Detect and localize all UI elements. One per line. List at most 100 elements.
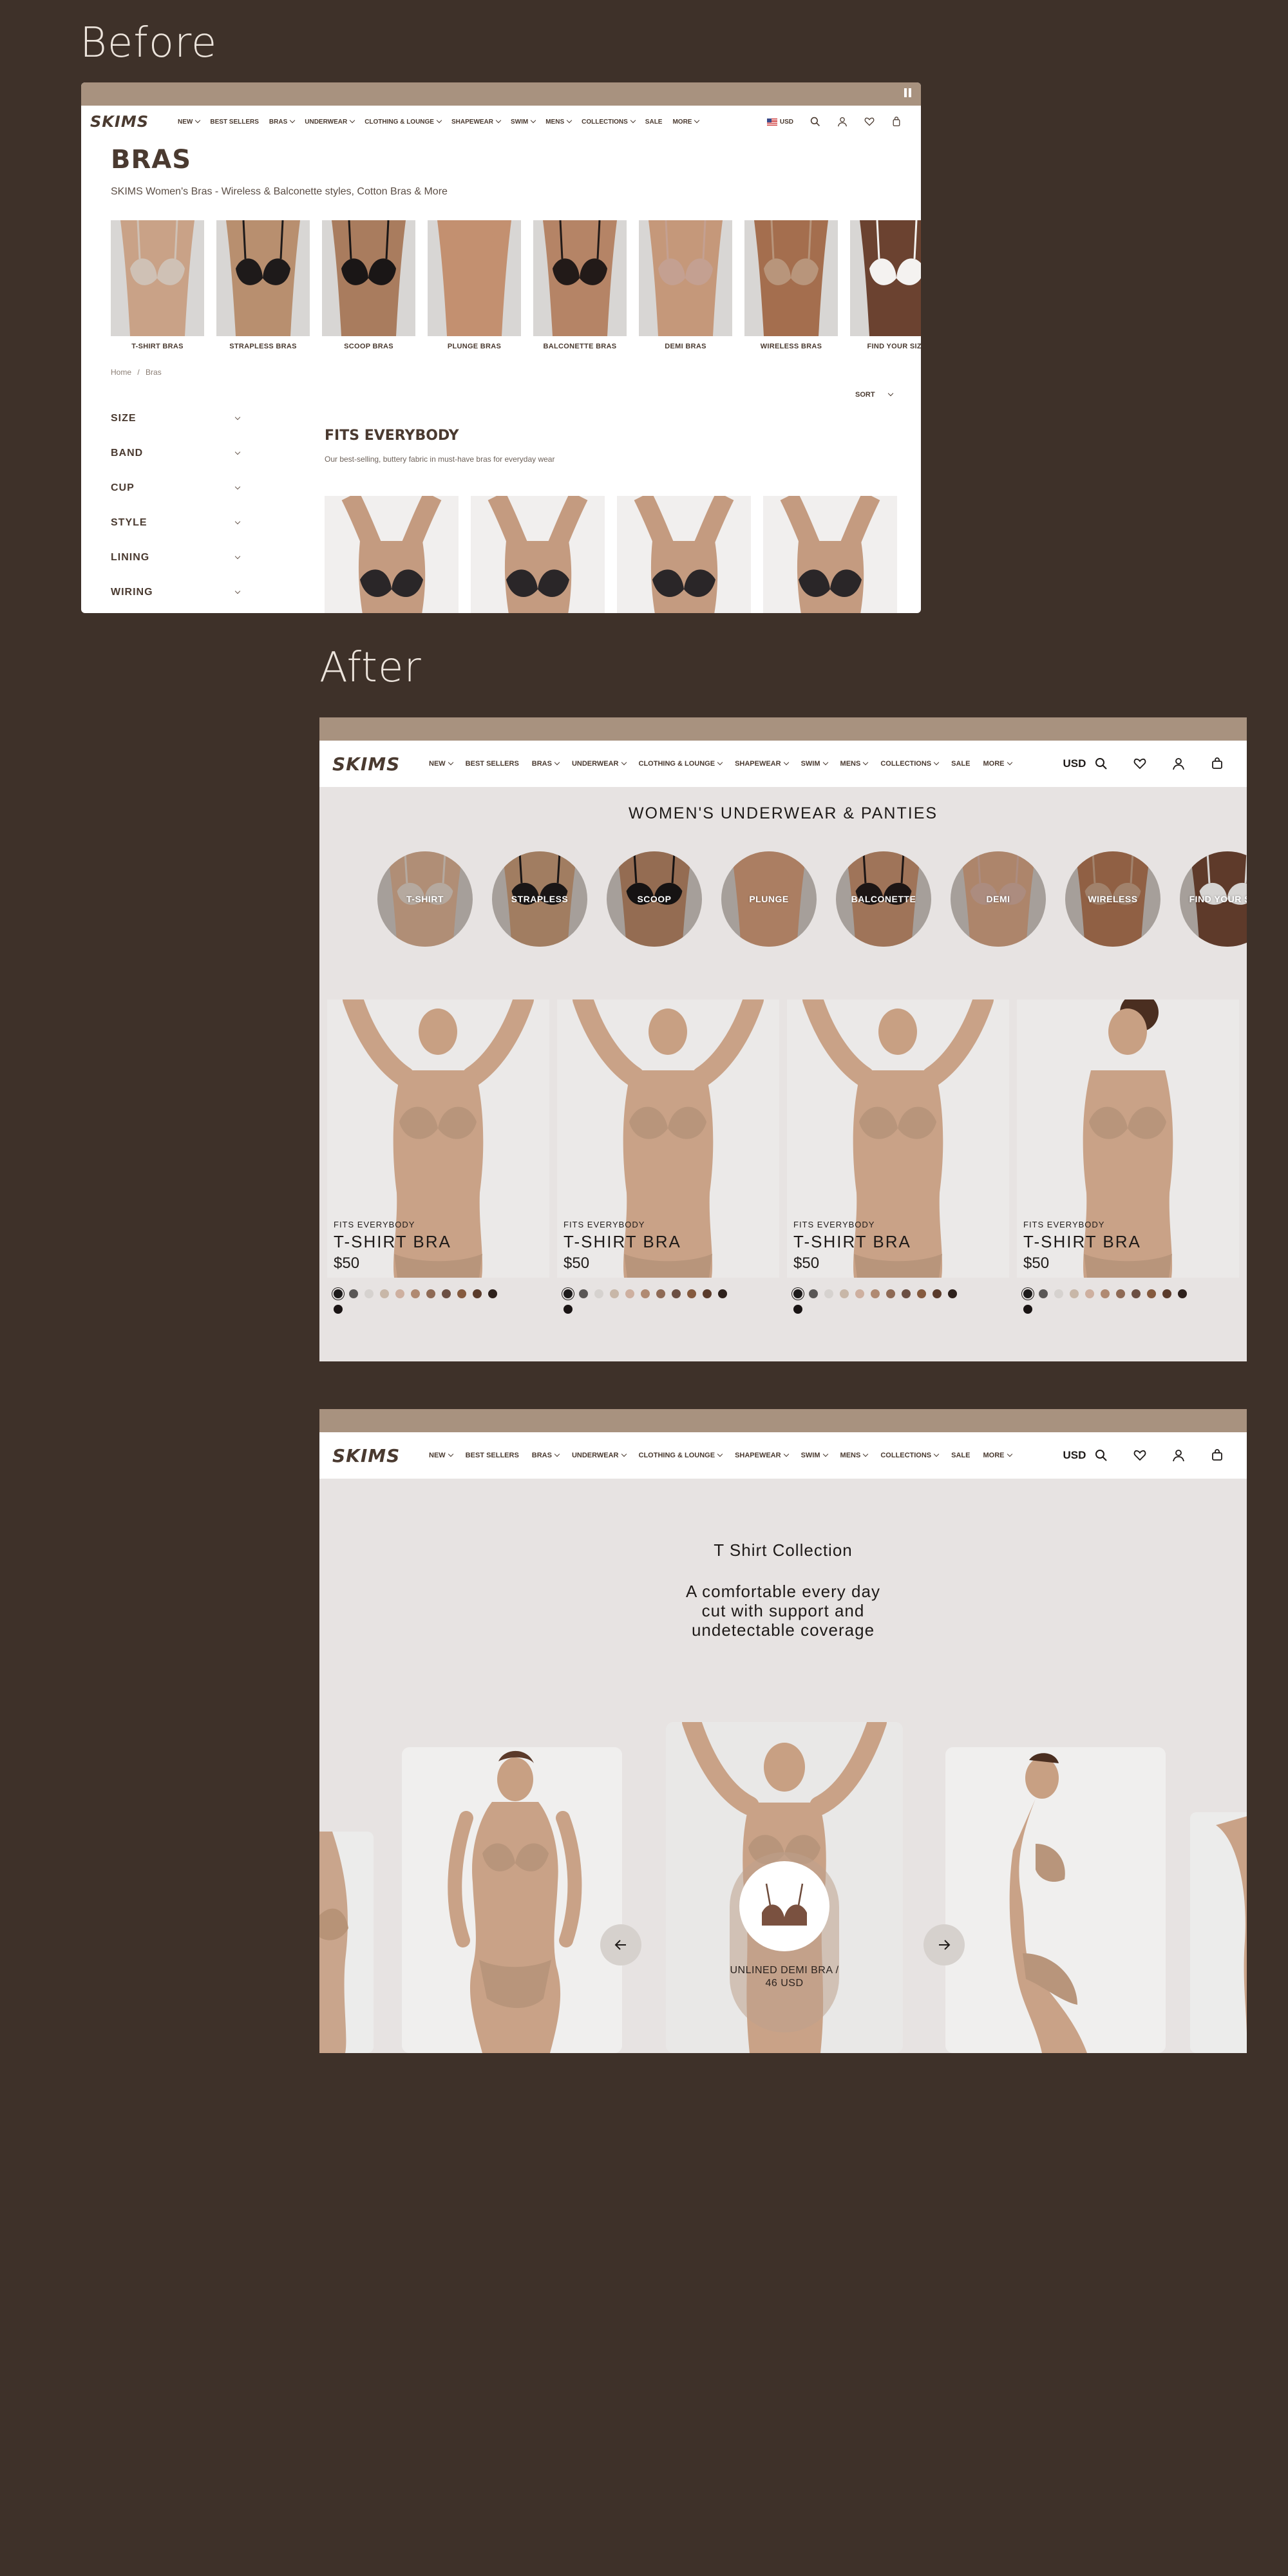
nav-item-2[interactable]: BRAS — [532, 1451, 560, 1459]
color-swatch[interactable] — [1023, 1305, 1032, 1314]
filter-3[interactable]: STYLE — [111, 517, 241, 529]
nav-item-3[interactable]: UNDERWEAR — [572, 1451, 627, 1459]
color-swatch[interactable] — [334, 1289, 343, 1298]
currency-selector[interactable]: USD — [1063, 757, 1086, 770]
bag-icon[interactable] — [891, 117, 902, 127]
heart-icon[interactable] — [1133, 757, 1146, 770]
color-swatch[interactable] — [809, 1289, 818, 1298]
nav-item-8[interactable]: COLLECTIONS — [582, 117, 636, 126]
color-swatch[interactable] — [917, 1289, 926, 1298]
color-swatch[interactable] — [1147, 1289, 1156, 1298]
nav-item-1[interactable]: BEST SELLERS — [210, 118, 259, 126]
product-card[interactable]: FITS EVERYBODY T-SHIRT BRA $50 — [1017, 999, 1239, 1314]
category-circle[interactable]: SCOOP — [607, 851, 702, 947]
product-pill[interactable]: UNLINED DEMI BRA / 46 USD — [730, 1852, 839, 2032]
color-swatch[interactable] — [349, 1289, 358, 1298]
product-thumbnail[interactable] — [325, 496, 459, 613]
color-swatch[interactable] — [426, 1289, 435, 1298]
color-swatch[interactable] — [687, 1289, 696, 1298]
nav-item-8[interactable]: COLLECTIONS — [880, 759, 940, 768]
carousel-card[interactable] — [402, 1747, 622, 2053]
color-swatch[interactable] — [1070, 1289, 1079, 1298]
carousel-card[interactable] — [945, 1747, 1166, 2053]
product-thumbnail[interactable] — [617, 496, 751, 613]
category-circle[interactable]: FIND YOUR SIZE — [1180, 851, 1247, 947]
nav-item-0[interactable]: NEW — [429, 759, 453, 768]
color-swatch[interactable] — [1039, 1289, 1048, 1298]
nav-item-9[interactable]: SALE — [951, 1452, 970, 1459]
search-icon[interactable] — [810, 117, 820, 127]
nav-item-5[interactable]: SHAPEWEAR — [735, 1451, 789, 1459]
color-swatch[interactable] — [902, 1289, 911, 1298]
color-swatch[interactable] — [473, 1289, 482, 1298]
heart-icon[interactable] — [864, 117, 875, 127]
nav-item-8[interactable]: COLLECTIONS — [880, 1451, 940, 1459]
currency-selector[interactable]: USD — [1063, 1449, 1086, 1462]
color-swatch[interactable] — [1054, 1289, 1063, 1298]
category-tile[interactable]: PLUNGE BRAS — [428, 220, 521, 350]
category-circle[interactable]: STRAPLESS — [492, 851, 587, 947]
nav-item-6[interactable]: SWIM — [801, 759, 828, 768]
sort-dropdown[interactable]: SORT — [855, 390, 893, 399]
nav-item-7[interactable]: MENS — [545, 117, 573, 126]
color-swatch[interactable] — [1023, 1289, 1032, 1298]
skims-logo[interactable]: SKIMS — [332, 753, 410, 775]
color-swatch[interactable] — [457, 1289, 466, 1298]
category-circle[interactable]: WIRELESS — [1065, 851, 1160, 947]
nav-item-6[interactable]: SWIM — [511, 117, 536, 126]
color-swatch[interactable] — [948, 1289, 957, 1298]
nav-item-7[interactable]: MENS — [840, 759, 869, 768]
nav-item-1[interactable]: BEST SELLERS — [466, 1452, 519, 1459]
color-swatch[interactable] — [886, 1289, 895, 1298]
nav-item-5[interactable]: SHAPEWEAR — [451, 117, 502, 126]
search-icon[interactable] — [1095, 1449, 1108, 1462]
filter-5[interactable]: WIRING — [111, 587, 241, 598]
color-swatch[interactable] — [718, 1289, 727, 1298]
color-swatch[interactable] — [380, 1289, 389, 1298]
color-swatch[interactable] — [625, 1289, 634, 1298]
carousel-card-partial-right[interactable] — [1190, 1812, 1247, 2053]
bag-icon[interactable] — [1211, 757, 1224, 770]
nav-item-6[interactable]: SWIM — [801, 1451, 828, 1459]
color-swatch[interactable] — [855, 1289, 864, 1298]
skims-logo[interactable]: SKIMS — [90, 113, 167, 131]
product-card[interactable]: FITS EVERYBODY T-SHIRT BRA $50 — [557, 999, 779, 1314]
filter-1[interactable]: BAND — [111, 448, 241, 459]
product-card[interactable]: FITS EVERYBODY T-SHIRT BRA $50 — [787, 999, 1009, 1314]
category-tile[interactable]: STRAPLESS BRAS — [216, 220, 310, 350]
filter-2[interactable]: CUP — [111, 482, 241, 494]
nav-item-9[interactable]: SALE — [645, 118, 663, 126]
color-swatch[interactable] — [793, 1305, 802, 1314]
category-tile[interactable]: BALCONETTE BRAS — [533, 220, 627, 350]
color-swatch[interactable] — [442, 1289, 451, 1298]
search-icon[interactable] — [1095, 757, 1108, 770]
product-thumbnail[interactable] — [471, 496, 605, 613]
currency-selector[interactable]: USD — [766, 118, 793, 126]
color-swatch[interactable] — [411, 1289, 420, 1298]
color-swatch[interactable] — [365, 1289, 374, 1298]
category-circle[interactable]: PLUNGE — [721, 851, 817, 947]
heart-icon[interactable] — [1133, 1449, 1146, 1462]
nav-item-2[interactable]: BRAS — [532, 759, 560, 768]
nav-item-4[interactable]: CLOTHING & LOUNGE — [639, 1451, 723, 1459]
bag-icon[interactable] — [1211, 1449, 1224, 1462]
color-swatch[interactable] — [1101, 1289, 1110, 1298]
color-swatch[interactable] — [933, 1289, 942, 1298]
category-circle[interactable]: DEMI — [951, 851, 1046, 947]
product-card[interactable]: FITS EVERYBODY T-SHIRT BRA $50 — [327, 999, 549, 1314]
color-swatch[interactable] — [488, 1289, 497, 1298]
color-swatch[interactable] — [793, 1289, 802, 1298]
breadcrumb-home[interactable]: Home — [111, 368, 131, 377]
color-swatch[interactable] — [1162, 1289, 1171, 1298]
skims-logo[interactable]: SKIMS — [332, 1445, 410, 1466]
color-swatch[interactable] — [1132, 1289, 1141, 1298]
nav-item-10[interactable]: MORE — [983, 759, 1012, 768]
color-swatch[interactable] — [334, 1305, 343, 1314]
color-swatch[interactable] — [1116, 1289, 1125, 1298]
nav-item-0[interactable]: NEW — [429, 1451, 453, 1459]
category-tile[interactable]: SCOOP BRAS — [322, 220, 415, 350]
color-swatch[interactable] — [824, 1289, 833, 1298]
color-swatch[interactable] — [594, 1289, 603, 1298]
nav-item-5[interactable]: SHAPEWEAR — [735, 759, 789, 768]
color-swatch[interactable] — [579, 1289, 588, 1298]
